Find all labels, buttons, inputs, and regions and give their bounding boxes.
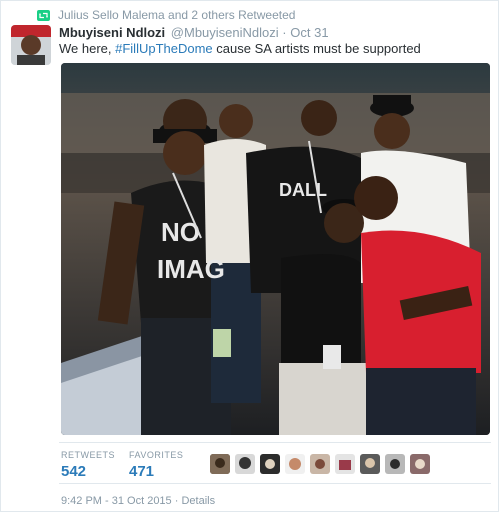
- jersey-text: DALL: [279, 180, 327, 200]
- engager-avatar[interactable]: [260, 454, 280, 474]
- engager-avatar[interactable]: [335, 454, 355, 474]
- tweet-card[interactable]: Julius Sello Malema and 2 others Retweet…: [0, 0, 499, 512]
- stats-divider-top: [59, 442, 491, 443]
- favorites-label: FAVORITES: [129, 450, 184, 460]
- retweet-icon: [37, 9, 50, 21]
- favorites-count[interactable]: 471: [129, 463, 183, 480]
- retweets-stat[interactable]: RETWEETS 542: [61, 450, 115, 480]
- engager-avatar[interactable]: [385, 454, 405, 474]
- tweet-footer: 9:42 PM - 31 Oct 2015 · Details: [61, 495, 215, 507]
- engager-avatars: [210, 454, 435, 474]
- engager-avatar[interactable]: [310, 454, 330, 474]
- author-handle[interactable]: @MbuyiseniNdlozi: [171, 25, 279, 40]
- engager-avatar[interactable]: [360, 454, 380, 474]
- engager-avatar[interactable]: [210, 454, 230, 474]
- retweets-label: RETWEETS: [61, 450, 116, 460]
- favorites-stat[interactable]: FAVORITES 471: [129, 450, 183, 480]
- retweet-context: Julius Sello Malema and 2 others Retweet…: [37, 7, 295, 23]
- header-separator: ·: [282, 25, 287, 40]
- engager-avatar[interactable]: [285, 454, 305, 474]
- engager-avatar[interactable]: [235, 454, 255, 474]
- retweets-count[interactable]: 542: [61, 463, 115, 480]
- author-name[interactable]: Mbuyiseni Ndlozi: [59, 25, 165, 40]
- tweet-date-link[interactable]: Oct 31: [290, 25, 328, 40]
- retweeted-by-text[interactable]: Julius Sello Malema and 2 others Retweet…: [58, 8, 295, 22]
- hashtag-link[interactable]: #FillUpTheDome: [115, 41, 213, 56]
- shirt-text-bottom: IMAG: [157, 254, 225, 284]
- tweet-header: Mbuyiseni Ndlozi @MbuyiseniNdlozi · Oct …: [59, 25, 329, 40]
- stats-divider-bottom: [59, 483, 491, 484]
- tweet-photo[interactable]: NO IMAG DALL: [61, 63, 490, 435]
- tweet-text-after: cause SA artists must be supported: [212, 41, 421, 56]
- tweet-text: We here, #FillUpTheDome cause SA artists…: [59, 41, 421, 56]
- avatar[interactable]: [11, 25, 51, 65]
- details-link[interactable]: Details: [181, 495, 215, 507]
- engager-avatar[interactable]: [410, 454, 430, 474]
- footer-separator: ·: [174, 495, 179, 507]
- tweet-timestamp: 9:42 PM - 31 Oct 2015: [61, 495, 172, 507]
- tweet-text-before: We here,: [59, 41, 116, 56]
